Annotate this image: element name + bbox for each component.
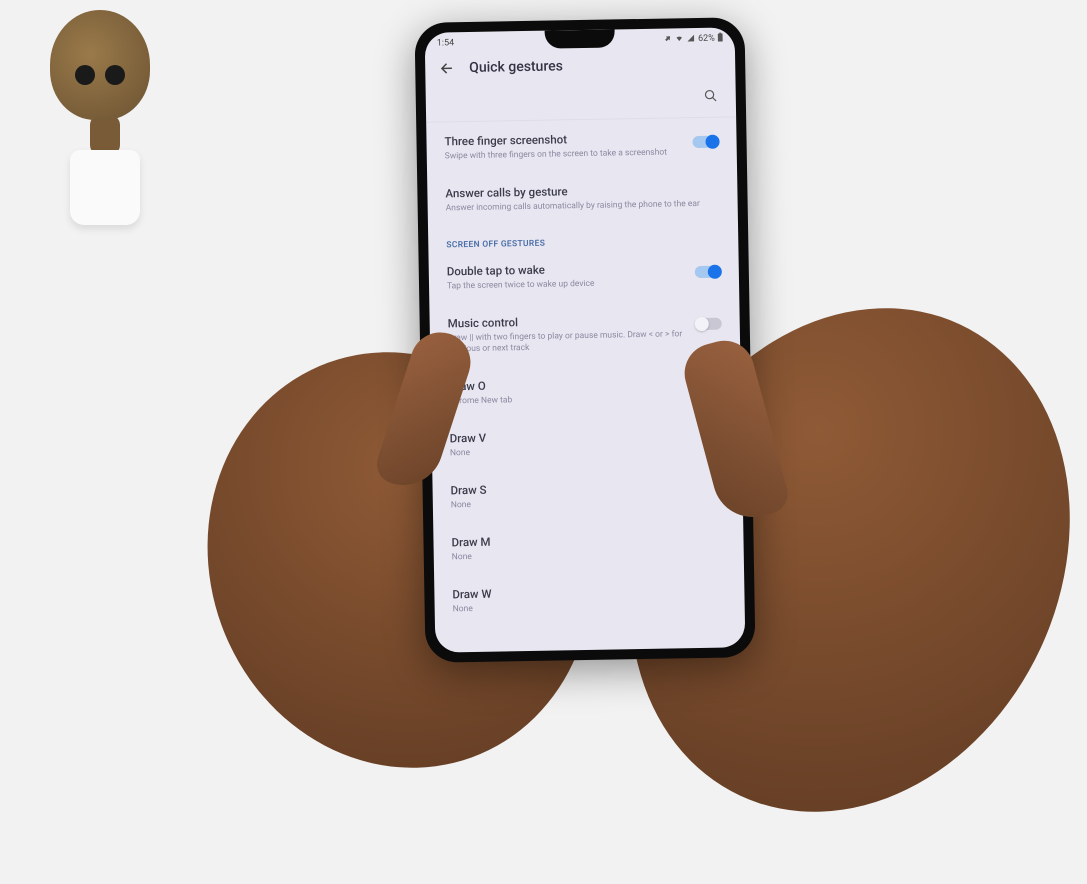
- setting-title: Draw S: [450, 479, 724, 498]
- app-bar: Quick gestures: [425, 47, 736, 88]
- setting-draw-o[interactable]: Draw O Chrome New tab: [448, 363, 723, 420]
- setting-draw-s[interactable]: Draw S None: [450, 467, 725, 524]
- location-icon: [664, 34, 672, 45]
- status-time: 1:54: [437, 38, 455, 48]
- setting-desc: None: [451, 496, 725, 512]
- setting-double-tap-wake[interactable]: Double tap to wake Tap the screen twice …: [446, 248, 721, 305]
- setting-desc: Draw || with two fingers to play or paus…: [448, 329, 688, 355]
- battery-text: 62%: [698, 34, 715, 44]
- toggle-three-finger-screenshot[interactable]: [692, 136, 718, 148]
- status-icons: 62%: [664, 33, 723, 46]
- setting-desc: None: [450, 444, 724, 460]
- phone-device: 1:54 62% Quick ge: [414, 17, 755, 663]
- setting-draw-m[interactable]: Draw M None: [451, 519, 726, 576]
- setting-title: Draw O: [449, 375, 723, 394]
- search-row: [426, 83, 737, 122]
- setting-desc: Swipe with three fingers on the screen t…: [445, 147, 685, 162]
- setting-answer-calls-gesture[interactable]: Answer calls by gesture Answer incoming …: [445, 170, 720, 227]
- background-figurine: [50, 10, 160, 260]
- setting-title: Music control: [448, 312, 688, 330]
- setting-desc: None: [453, 600, 727, 616]
- setting-title: Three finger screenshot: [444, 130, 684, 148]
- wifi-icon: [675, 34, 684, 45]
- search-icon[interactable]: [704, 88, 718, 107]
- setting-desc: None: [452, 548, 726, 564]
- page-title: Quick gestures: [469, 58, 563, 76]
- setting-draw-w[interactable]: Draw W None: [452, 571, 727, 628]
- setting-desc: Answer incoming calls automatically by r…: [446, 199, 720, 215]
- signal-icon: [687, 34, 695, 45]
- setting-title: Answer calls by gesture: [445, 182, 719, 201]
- setting-desc: Tap the screen twice to wake up device: [447, 277, 687, 292]
- setting-title: Double tap to wake: [447, 260, 687, 278]
- back-button[interactable]: [439, 60, 455, 76]
- setting-three-finger-screenshot[interactable]: Three finger screenshot Swipe with three…: [444, 118, 719, 175]
- battery-icon: [718, 33, 723, 45]
- phone-screen: 1:54 62% Quick ge: [425, 27, 746, 652]
- setting-music-control[interactable]: Music control Draw || with two fingers t…: [447, 300, 722, 368]
- setting-draw-v[interactable]: Draw V None: [449, 415, 724, 472]
- toggle-double-tap-wake[interactable]: [695, 266, 721, 278]
- setting-desc: Chrome New tab: [449, 392, 723, 408]
- display-notch: [545, 29, 615, 48]
- setting-title: Draw M: [451, 531, 725, 550]
- toggle-music-control[interactable]: [696, 318, 722, 330]
- setting-title: Draw W: [452, 583, 726, 602]
- setting-title: Draw V: [450, 427, 724, 446]
